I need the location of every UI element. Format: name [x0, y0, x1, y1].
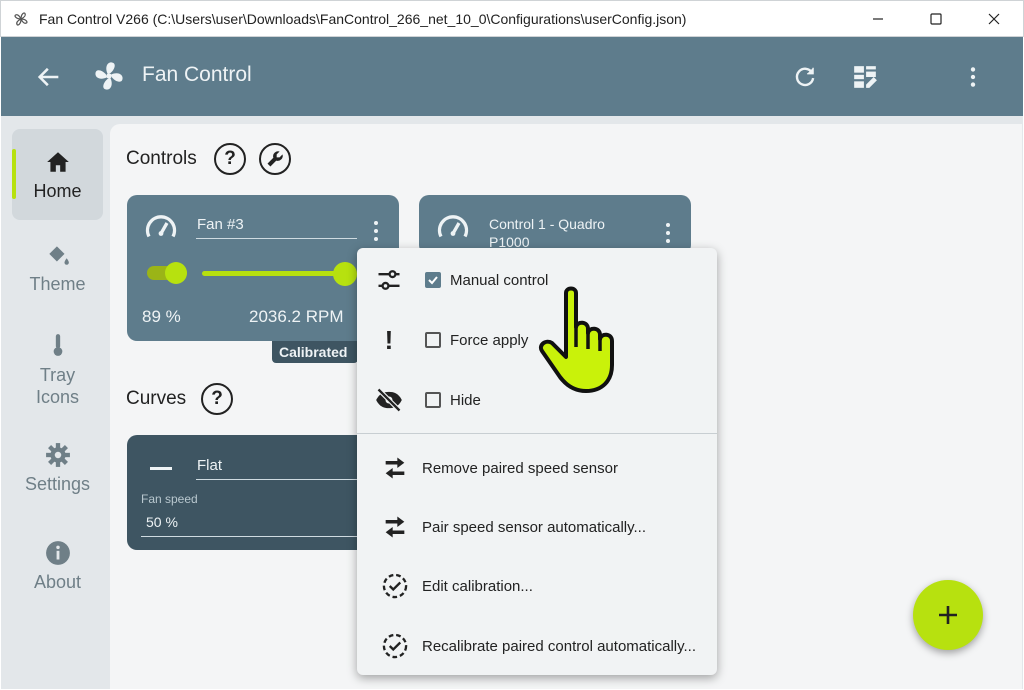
more-options-button[interactable] [959, 63, 987, 91]
menu-item-edit-calibration[interactable]: Edit calibration... [357, 561, 717, 611]
check-icon [428, 276, 438, 285]
wrench-icon [267, 151, 283, 167]
maximize-button[interactable] [907, 1, 965, 37]
sidebar-item-home[interactable]: Home [12, 129, 103, 220]
control-name: Control 1 - Quadro P1000 [489, 216, 605, 250]
menu-item-label: Force apply [450, 331, 529, 349]
question-icon: ? [224, 148, 236, 169]
field-underline [141, 536, 367, 537]
menu-item-remove-paired-sensor[interactable]: Remove paired speed sensor [357, 443, 717, 493]
sidebar-item-tray-icons[interactable]: Tray Icons [12, 332, 103, 422]
fan-logo-icon [95, 62, 123, 90]
curves-help-button[interactable]: ? [201, 383, 233, 415]
refresh-icon [795, 67, 815, 87]
sidebar-item-settings[interactable]: Settings [12, 442, 103, 512]
toggle-knob [165, 262, 187, 284]
hide-checkbox[interactable] [425, 392, 441, 408]
menu-item-pair-sensor-auto[interactable]: Pair speed sensor automatically... [357, 502, 717, 552]
sidebar-item-label: Tray Icons [35, 365, 80, 407]
control-menu-button[interactable] [666, 223, 672, 247]
speed-percent: 89 % [142, 307, 181, 326]
controls-help-button[interactable]: ? [214, 143, 246, 175]
close-icon [988, 13, 1000, 25]
speed-slider[interactable] [202, 271, 345, 276]
calibrated-badge-label: Calibrated [279, 344, 348, 360]
field-label: Fan speed [141, 492, 198, 506]
speed-rpm: 2036.2 RPM [249, 307, 344, 326]
fan-speed-input[interactable]: 50 % [146, 514, 178, 530]
speedometer-icon [437, 215, 469, 238]
fan-app-icon [14, 11, 28, 26]
sidebar-item-label: About [33, 572, 82, 592]
sidebar-item-label: Home [33, 181, 82, 201]
menu-item-label: Manual control [450, 271, 549, 289]
speedometer-icon [145, 215, 177, 238]
question-icon: ? [211, 388, 223, 409]
name-underline [196, 479, 367, 480]
force-apply-checkbox[interactable] [425, 332, 441, 348]
add-button[interactable] [913, 580, 983, 650]
speed-slider-thumb[interactable] [333, 262, 357, 286]
dashed-check-circle-icon [382, 633, 408, 659]
control-name: Fan #3 [197, 216, 244, 233]
curve-card-flat[interactable]: Flat Fan speed 50 % [127, 435, 367, 550]
menu-item-label: Edit calibration... [422, 577, 533, 595]
more-vertical-icon [374, 221, 378, 225]
swap-arrows-icon [385, 457, 405, 479]
name-underline [196, 238, 357, 239]
sidebar-item-label: Settings [24, 474, 91, 494]
menu-item-label: Recalibrate paired control automatically… [422, 637, 697, 655]
minimize-button[interactable] [849, 1, 907, 37]
maximize-icon [930, 13, 942, 25]
window-titlebar: Fan Control V266 (C:\Users\user\Download… [0, 0, 1024, 37]
thermometer-icon [53, 334, 62, 356]
menu-item-label: Pair speed sensor automatically... [422, 518, 646, 536]
calibrated-badge: Calibrated [272, 341, 358, 363]
dashboard-edit-button[interactable] [851, 63, 879, 91]
paint-bucket-icon [48, 246, 69, 265]
swap-arrows-icon [385, 516, 405, 538]
app-header: Fan Control [1, 37, 1023, 116]
curve-name: Flat [197, 457, 223, 474]
controls-title: Controls [126, 148, 197, 169]
window-title: Fan Control V266 (C:\Users\user\Download… [39, 10, 687, 27]
plus-icon [939, 606, 957, 624]
tune-sliders-icon [378, 270, 400, 290]
dashed-check-circle-icon [382, 573, 408, 599]
refresh-button[interactable] [791, 63, 819, 91]
sidebar: Home Theme Tray Icons Settings About [1, 116, 110, 689]
control-card-quadro[interactable]: Control 1 - Quadro P1000 [419, 195, 691, 255]
menu-item-label: Remove paired speed sensor [422, 459, 618, 477]
more-vertical-icon [666, 223, 670, 227]
more-vertical-icon [970, 67, 976, 87]
minimize-icon [873, 18, 883, 20]
control-menu-button[interactable] [374, 221, 380, 245]
controls-tools-button[interactable] [259, 143, 291, 175]
sidebar-item-theme[interactable]: Theme [12, 242, 103, 312]
menu-separator [357, 433, 717, 434]
menu-item-recalibrate-auto[interactable]: Recalibrate paired control automatically… [357, 621, 717, 671]
home-icon [46, 152, 69, 172]
info-icon [45, 541, 70, 565]
eye-off-icon [376, 387, 402, 413]
sidebar-item-label: Theme [29, 274, 86, 294]
gear-icon [45, 443, 70, 467]
hand-pointer-icon [539, 286, 614, 393]
app-title: Fan Control [142, 63, 252, 86]
back-arrow-icon[interactable] [35, 63, 63, 91]
sidebar-item-about[interactable]: About [12, 540, 103, 610]
close-button[interactable] [965, 1, 1023, 37]
exclamation-icon: ! [384, 324, 394, 355]
menu-item-label: Hide [450, 391, 481, 409]
flat-line-icon [150, 467, 172, 470]
dashboard-edit-icon [854, 66, 877, 88]
curves-title: Curves [126, 388, 187, 409]
manual-control-checkbox[interactable] [425, 272, 441, 288]
